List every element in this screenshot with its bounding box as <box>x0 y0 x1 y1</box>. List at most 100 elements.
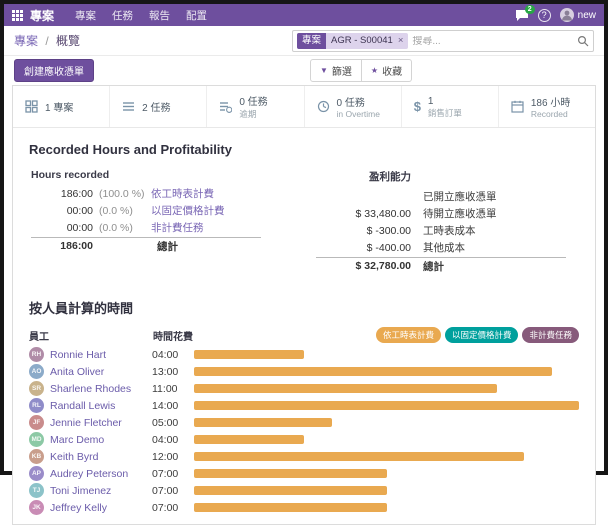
employee-link[interactable]: Sharlene Rhodes <box>50 383 152 395</box>
hours-row: 186:00 (100.0 %) 依工時表計費 <box>31 185 304 202</box>
favorites-button[interactable]: ★ 收藏 <box>361 59 413 82</box>
avatar: JF <box>29 415 44 430</box>
table-row: SR Sharlene Rhodes 11:00 <box>13 380 595 397</box>
search-facet-field: 專案 <box>297 33 327 49</box>
time-spent: 12:00 <box>152 450 179 463</box>
non-billable-link[interactable]: 非計費任務 <box>151 222 204 234</box>
invoiced-label: 已開立應收憑單 <box>423 191 497 203</box>
help-icon[interactable]: ? <box>537 8 551 22</box>
hours-value: 186:00 <box>60 187 93 200</box>
stat-recorded-hours[interactable]: 186 小時 Recorded <box>499 86 595 127</box>
search-icon[interactable] <box>577 35 589 47</box>
profit-total-value: $ 32,780.00 <box>355 260 411 272</box>
apps-grid-icon[interactable] <box>12 9 23 21</box>
breadcrumb-parent[interactable]: 專案 <box>14 34 38 48</box>
search-box[interactable]: 專案 AGR - S00041 × <box>292 30 594 52</box>
hours-row: 00:00 (0.0 %) 非計費任務 <box>31 219 304 236</box>
menu-project[interactable]: 專案 <box>68 6 103 25</box>
table-row: MD Marc Demo 04:00 <box>13 431 595 448</box>
menu-tasks[interactable]: 任務 <box>105 6 140 25</box>
app-title[interactable]: 專案 <box>30 7 54 24</box>
legend-badge-timesheets: 依工時表計費 <box>375 327 441 343</box>
hours-bar-track <box>194 503 579 512</box>
other-costs-label: 其他成本 <box>423 242 465 254</box>
people-table-header: 員工 時間花費 依工時表計費 以固定價格計費 非計費任務 <box>29 327 579 343</box>
project-overview-page: { "colors": { "topbar": "#6e4f9e", "acce… <box>0 0 608 525</box>
hours-pct: (0.0 %) <box>99 221 133 234</box>
overview-card: 1 專案 2 任務 0 任務 逾期 0 任務 in Overtime $ 1 銷售訂單 <box>12 85 596 525</box>
avatar: JK <box>29 500 44 515</box>
dollar-icon: $ <box>413 99 421 114</box>
employee-link[interactable]: Ronnie Hart <box>50 349 152 361</box>
time-spent: 11:00 <box>152 382 178 395</box>
employee-link[interactable]: Keith Byrd <box>50 451 152 463</box>
employee-column-header: 員工 <box>29 331 49 343</box>
user-menu[interactable]: new <box>559 8 596 22</box>
hours-bar-track <box>194 469 579 478</box>
profit-total-label: 總計 <box>423 260 444 273</box>
control-panel: 專案 / 概覽 專案 AGR - S00041 × <box>4 26 604 56</box>
user-avatar-icon <box>559 8 574 22</box>
hours-bar-track <box>194 367 579 376</box>
profit-row: $ 33,480.00 待開立應收憑單 <box>316 205 595 222</box>
hours-bar <box>194 367 552 376</box>
stat-tasks[interactable]: 2 任務 <box>110 86 208 127</box>
employee-link[interactable]: Randall Lewis <box>50 400 152 412</box>
menu-configuration[interactable]: 配置 <box>179 6 214 25</box>
search-input[interactable] <box>412 35 573 47</box>
recorded-hours-title: Recorded Hours and Profitability <box>29 142 232 157</box>
stat-late-tasks[interactable]: 0 任務 逾期 <box>207 86 305 127</box>
people-rows: RH Ronnie Hart 04:00 AO Anita Oliver 13:… <box>13 346 595 516</box>
table-row: KB Keith Byrd 12:00 <box>13 448 595 465</box>
table-row: JF Jennie Fletcher 05:00 <box>13 414 595 431</box>
hours-pct: (0.0 %) <box>99 204 133 217</box>
stat-overtime-tasks[interactable]: 0 任務 in Overtime <box>305 86 402 127</box>
billed-timesheets-link[interactable]: 依工時表計費 <box>151 188 214 200</box>
avatar: KB <box>29 449 44 464</box>
hours-bar-track <box>194 486 579 495</box>
to-invoice-label: 待開立應收憑單 <box>423 208 497 220</box>
employee-link[interactable]: Jennie Fletcher <box>50 417 152 429</box>
table-row: TJ Toni Jimenez 07:00 <box>13 482 595 499</box>
menu-reports[interactable]: 報告 <box>142 6 177 25</box>
employee-link[interactable]: Jeffrey Kelly <box>50 502 152 514</box>
hours-bar <box>194 435 304 444</box>
profit-value: $ 33,480.00 <box>355 207 411 220</box>
create-invoice-button[interactable]: 創建應收憑單 <box>14 58 94 82</box>
filters-button[interactable]: ▼ 篩選 <box>310 59 362 82</box>
top-menu: 專案 任務 報告 配置 <box>68 6 214 25</box>
time-column-header: 時間花費 <box>153 331 193 343</box>
profit-row: 已開立應收憑單 <box>316 188 595 205</box>
time-spent: 07:00 <box>152 501 179 514</box>
employee-link[interactable]: Marc Demo <box>50 434 152 446</box>
employee-link[interactable]: Anita Oliver <box>50 366 152 378</box>
time-spent: 05:00 <box>152 416 179 429</box>
hours-total-row: 186:00 總計 <box>31 237 261 254</box>
stat-sales-order[interactable]: $ 1 銷售訂單 <box>402 86 499 127</box>
tasks-icon <box>122 100 135 113</box>
employee-link[interactable]: Toni Jimenez <box>50 485 152 497</box>
search-facet-value: AGR - S00041 <box>331 35 393 46</box>
profit-row: $ -300.00 工時表成本 <box>316 222 595 239</box>
avatar: RL <box>29 398 44 413</box>
avatar: SR <box>29 381 44 396</box>
billed-fixed-price-link[interactable]: 以固定價格計費 <box>151 205 225 217</box>
time-spent: 07:00 <box>152 467 179 480</box>
table-row: RL Randall Lewis 14:00 <box>13 397 595 414</box>
hours-bar-track <box>194 435 579 444</box>
hours-bar <box>194 452 524 461</box>
stats-row: 1 專案 2 任務 0 任務 逾期 0 任務 in Overtime $ 1 銷售訂單 <box>13 86 595 128</box>
employee-link[interactable]: Audrey Peterson <box>50 468 152 480</box>
hours-bar <box>194 401 579 410</box>
calendar-icon <box>511 100 524 113</box>
hours-bar <box>194 384 497 393</box>
facet-remove-icon[interactable]: × <box>398 33 409 49</box>
profit-value: $ -400.00 <box>366 241 411 254</box>
hours-total-label: 總計 <box>157 240 178 253</box>
messages-icon[interactable]: 2 <box>515 4 535 22</box>
table-row: AO Anita Oliver 13:00 <box>13 363 595 380</box>
profit-row: $ -400.00 其他成本 <box>316 239 595 256</box>
hours-bar <box>194 503 387 512</box>
late-tasks-icon <box>219 100 233 113</box>
stat-projects[interactable]: 1 專案 <box>13 86 111 127</box>
